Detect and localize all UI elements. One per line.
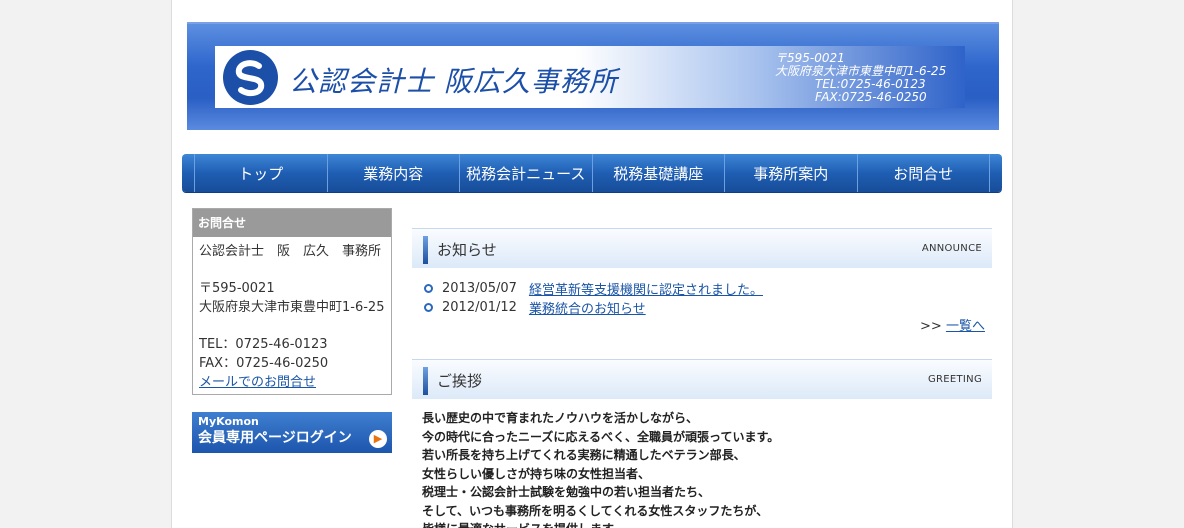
page: 公認会計士 阪広久事務所 〒595-0021 大阪府泉大津市東豊中町1-6-25…	[171, 0, 1013, 528]
header-address: 〒595-0021 大阪府泉大津市東豊中町1-6-25 TEL:0725-46-…	[775, 52, 960, 104]
news-date: 2012/01/12	[442, 300, 517, 315]
header-band: 公認会計士 阪広久事務所 〒595-0021 大阪府泉大津市東豊中町1-6-25…	[215, 46, 965, 108]
greeting-text: 長い歴史の中で育まれたノウハウを活かしながら、 今の時代に合ったニーズに応えるべ…	[422, 409, 982, 528]
greeting-line: 税理士・公認会計士試験を勉強中の若い担当者たち、	[422, 485, 711, 499]
member-login-button[interactable]: MyKomon 会員専用ページログイン ▶	[192, 412, 392, 453]
site-header: 公認会計士 阪広久事務所 〒595-0021 大阪府泉大津市東豊中町1-6-25…	[187, 22, 999, 130]
nav-item-office[interactable]: 事務所案内	[724, 154, 857, 192]
greeting-line: 皆様に最適なサービスを提供します。	[422, 520, 982, 528]
contact-heading: お問合せ	[193, 209, 391, 237]
nav-item-top[interactable]: トップ	[194, 154, 327, 192]
nav-item-services[interactable]: 業務内容	[326, 154, 460, 192]
news-list-link[interactable]: 一覧へ	[946, 319, 985, 334]
main-nav: トップ 業務内容 税務会計ニュース 税務基礎講座 事務所案内 お問合せ	[182, 154, 1002, 192]
news-date: 2013/05/07	[442, 281, 517, 296]
bullet-circle-icon	[424, 303, 433, 312]
contact-firm: 公認会計士 阪 広久 事務所	[199, 244, 382, 259]
nav-item-contact[interactable]: お問合せ	[856, 154, 990, 192]
news-link[interactable]: 経営革新等支援機関に認定されました。	[529, 279, 763, 298]
login-label: 会員専用ページログイン	[198, 430, 352, 446]
greeting-en-title: GREETING	[927, 374, 982, 385]
news-list: 2013/05/07 経営革新等支援機関に認定されました。 2012/01/12…	[424, 279, 763, 317]
list-item: 2012/01/12 業務統合のお知らせ	[424, 298, 763, 317]
contact-tel: TEL：0725-46-0123	[199, 337, 328, 352]
greeting-line: 長い歴史の中で育まれたノウハウを活かしながら、	[422, 411, 699, 425]
news-section-header: お知らせ ANNOUNCE	[412, 228, 992, 268]
greeting-title: ご挨拶	[437, 372, 483, 390]
bullet-circle-icon	[424, 284, 433, 293]
contact-box: お問合せ 公認会計士 阪 広久 事務所 〒595-0021 大阪府泉大津市東豊中…	[192, 208, 392, 395]
contact-fax: FAX：0725-46-0250	[199, 356, 329, 371]
news-en-title: ANNOUNCE	[921, 243, 982, 254]
news-title: お知らせ	[437, 241, 497, 259]
login-brand: MyKomon	[198, 415, 259, 428]
mail-contact-link[interactable]: メールでのお問合せ	[199, 375, 316, 390]
nav-item-tax-news[interactable]: 税務会計ニュース	[459, 154, 592, 192]
nav-item-tax-course[interactable]: 税務基礎講座	[591, 154, 725, 192]
list-item: 2013/05/07 経営革新等支援機関に認定されました。	[424, 279, 763, 298]
greeting-line: 若い所長を持ち上げてくれる実務に精通したベテラン部長、	[422, 448, 746, 462]
news-link[interactable]: 業務統合のお知らせ	[529, 298, 646, 317]
contact-body: 公認会計士 阪 広久 事務所 〒595-0021 大阪府泉大津市東豊中町1-6-…	[193, 237, 391, 397]
greeting-line: そして、いつも事務所を明るくしてくれる女性スタッフたちが、	[422, 503, 769, 518]
news-more: >> 一覧へ	[920, 315, 985, 334]
contact-postal: 〒595-0021	[199, 281, 275, 296]
firm-name: 公認会計士 阪広久事務所	[289, 65, 618, 98]
greeting-line: 今の時代に合ったニーズに応えるべく、全職員が頑張っています。	[422, 429, 780, 444]
more-prefix: >>	[920, 319, 942, 334]
greeting-section-header: ご挨拶 GREETING	[412, 359, 992, 399]
greeting-line: 女性らしい優しさが持ち味の女性担当者、	[422, 466, 651, 481]
play-arrow-icon: ▶	[369, 430, 387, 448]
contact-address: 大阪府泉大津市東豊中町1-6-25	[199, 300, 385, 315]
firm-logo-icon	[223, 50, 278, 105]
header-fax: FAX:0725-46-0250	[815, 90, 927, 104]
